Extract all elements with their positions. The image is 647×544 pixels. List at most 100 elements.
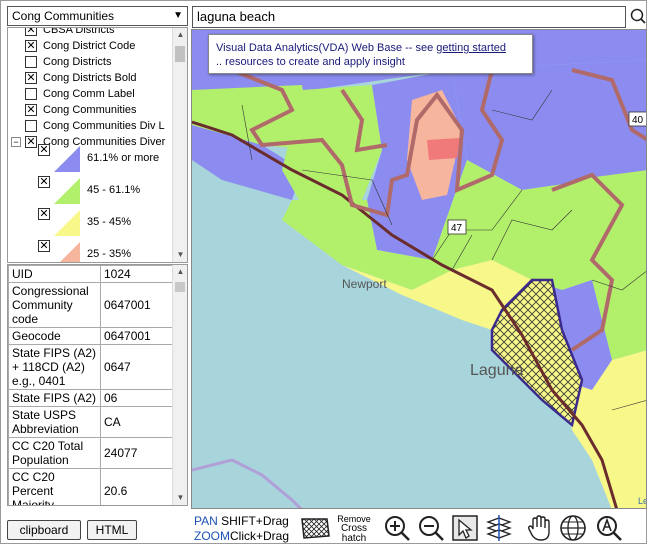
- map-view[interactable]: 40 47 Newport Laguna Le: [191, 29, 647, 509]
- layer-item[interactable]: ✕ Cong Districts Bold: [8, 70, 173, 86]
- legend-checkbox[interactable]: ✕: [38, 240, 50, 252]
- legend-item[interactable]: ✕ 61.1% or more: [8, 142, 173, 174]
- search-input[interactable]: laguna beach: [192, 6, 626, 28]
- app-window: Cong Communities ▼ laguna beach ✕ CBSA Di…: [0, 0, 647, 544]
- layer-item[interactable]: Cong Communities Div L: [8, 118, 173, 134]
- attribute-key: State FIPS (A2): [8, 389, 101, 407]
- layer-checkbox[interactable]: ✕: [25, 104, 37, 116]
- hand-icon: [527, 515, 550, 541]
- zoom-keyword: ZOOM: [194, 529, 230, 543]
- attribute-row: Geocode 0647001: [8, 327, 174, 345]
- layer-checkbox[interactable]: [25, 88, 37, 100]
- route-label: 40: [632, 115, 644, 126]
- legend-item[interactable]: ✕ 35 - 45%: [8, 206, 173, 238]
- zoom-description: Click+Drag: [230, 529, 290, 543]
- crosshatch-icon: [301, 518, 330, 539]
- attribute-scrollbar[interactable]: ▲ ▼: [172, 265, 187, 505]
- map-canvas[interactable]: 40 47 Newport Laguna Le: [192, 30, 647, 509]
- pan-tool-button[interactable]: [525, 514, 553, 542]
- layer-item[interactable]: ✕ Cong District Code: [8, 38, 173, 54]
- layer-checkbox[interactable]: [25, 56, 37, 68]
- attribute-row: CC C20 Total Population 24077: [8, 437, 174, 469]
- attribute-table: UID 1024 Congressional Community code 06470…: [8, 265, 174, 505]
- scroll-down-icon[interactable]: ▼: [173, 491, 187, 505]
- layer-item[interactable]: Cong Districts: [8, 54, 173, 70]
- layer-label: Cong Communities Div L: [43, 120, 165, 132]
- attribute-value: 20.6: [100, 468, 174, 505]
- crosshatch-tool-button[interactable]: [299, 514, 330, 542]
- scroll-down-icon[interactable]: ▼: [173, 248, 187, 262]
- zoom-in-button[interactable]: [383, 514, 411, 542]
- zoom-hint: ZOOMClick+Drag: [194, 530, 289, 543]
- layer-select-value: Cong Communities: [12, 9, 115, 23]
- legend-swatch: [54, 178, 80, 204]
- city-label-newport: Newport: [342, 277, 387, 291]
- attribute-value: 0647001: [100, 282, 174, 328]
- layer-checkbox[interactable]: ✕: [25, 72, 37, 84]
- layers-list: ✕ CBSA Districts ✕ Cong District Code Cong D…: [8, 28, 173, 262]
- legend-item[interactable]: ✕ 45 - 61.1%: [8, 174, 173, 206]
- legend-swatch: [54, 210, 80, 236]
- layer-checkbox[interactable]: ✕: [25, 40, 37, 52]
- attribute-value: 1024: [100, 265, 174, 283]
- legend-item[interactable]: ✕ 25 - 35%: [8, 238, 173, 262]
- attribute-panel: UID 1024 Congressional Community code 06470…: [7, 264, 188, 506]
- layers-scrollbar[interactable]: ▲ ▼: [172, 28, 187, 262]
- scroll-thumb[interactable]: [175, 46, 185, 62]
- layer-item[interactable]: ✕ CBSA Districts: [8, 28, 173, 38]
- globe-button[interactable]: [559, 514, 587, 542]
- identify-tool-button[interactable]: [595, 514, 623, 542]
- city-label-laguna: Laguna: [470, 362, 523, 379]
- remove-crosshatch-button[interactable]: Remove Cross hatch: [337, 514, 371, 544]
- scroll-up-icon[interactable]: ▲: [173, 28, 187, 42]
- search-button[interactable]: [629, 5, 647, 27]
- layer-label: CBSA Districts: [43, 28, 115, 36]
- layer-label: Cong Districts: [43, 56, 112, 68]
- info-tooltip: Visual Data Analytics(VDA) Web Base -- s…: [208, 34, 533, 74]
- attribute-value: 0647: [100, 344, 174, 390]
- attribute-row: UID 1024: [8, 265, 174, 283]
- attribute-key: State USPS Abbreviation: [8, 406, 101, 438]
- layer-item[interactable]: Cong Comm Label: [8, 86, 173, 102]
- getting-started-link[interactable]: getting started: [436, 42, 506, 54]
- layers-panel: ✕ CBSA Districts ✕ Cong District Code Cong D…: [7, 27, 188, 263]
- pan-hint: PAN SHIFT+Drag: [194, 515, 289, 528]
- legend-swatch: [54, 146, 80, 172]
- attribute-row: State FIPS (A2) 06: [8, 389, 174, 407]
- attribute-row: CC C20 Percent Majority 20.6: [8, 468, 174, 505]
- zoom-out-button[interactable]: [417, 514, 445, 542]
- legend-label: 25 - 35%: [87, 248, 132, 260]
- layer-label: Cong Comm Label: [43, 88, 135, 100]
- legend-checkbox[interactable]: ✕: [38, 208, 50, 220]
- attribute-row: State USPS Abbreviation CA: [8, 406, 174, 438]
- layer-checkbox[interactable]: [25, 120, 37, 132]
- layers-tool-button[interactable]: [485, 514, 513, 542]
- attribute-value: CA: [100, 406, 174, 438]
- layer-label: Cong Communities: [43, 104, 137, 116]
- scroll-up-icon[interactable]: ▲: [173, 265, 187, 279]
- layer-checkbox[interactable]: ✕: [25, 28, 37, 36]
- globe-icon: [560, 515, 586, 541]
- attribute-value: 24077: [100, 437, 174, 469]
- map-attribution[interactable]: Le: [638, 496, 647, 506]
- pan-keyword: PAN: [194, 514, 218, 528]
- legend-checkbox[interactable]: ✕: [38, 144, 50, 156]
- attribute-key: Geocode: [8, 327, 101, 345]
- scroll-thumb[interactable]: [175, 282, 185, 292]
- attribute-key: UID: [8, 265, 101, 283]
- layer-item[interactable]: ✕ Cong Communities: [8, 102, 173, 118]
- layer-select[interactable]: Cong Communities ▼: [7, 6, 188, 26]
- legend-checkbox[interactable]: ✕: [38, 176, 50, 188]
- html-button[interactable]: HTML: [87, 520, 137, 540]
- route-label: 47: [451, 223, 463, 234]
- legend-label: 35 - 45%: [87, 216, 132, 228]
- tooltip-line-2: .. resources to create and apply insight: [216, 56, 405, 68]
- legend-label: 45 - 61.1%: [87, 184, 141, 196]
- clipboard-button[interactable]: clipboard: [7, 520, 81, 540]
- legend-swatch: [60, 242, 80, 262]
- attribute-value: 06: [100, 389, 174, 407]
- search-a-icon: [597, 516, 622, 541]
- attribute-key: CC C20 Total Population: [8, 437, 101, 469]
- tooltip-text: Visual Data Analytics(VDA) Web Base -- s…: [216, 42, 437, 54]
- select-tool-button[interactable]: [451, 514, 479, 542]
